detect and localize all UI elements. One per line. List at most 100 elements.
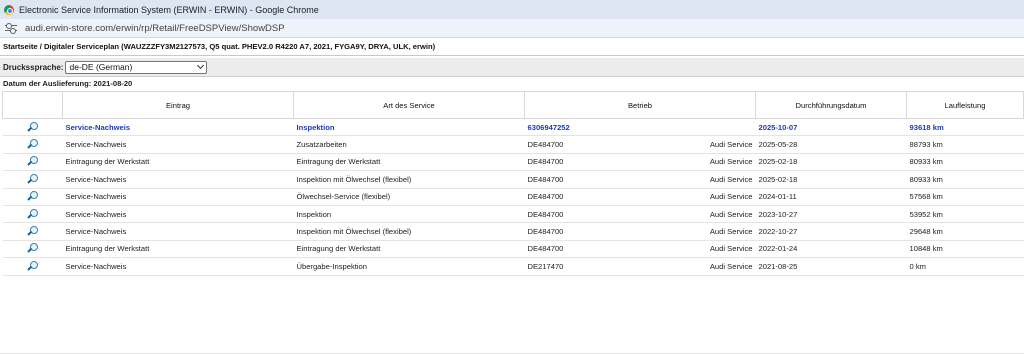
cell-entry: Service-Nachweis <box>62 222 294 241</box>
chrome-icon <box>4 4 14 15</box>
cell-company: DE484700 Audi Service <box>524 205 756 224</box>
cell-mileage: 53952 km <box>906 205 1024 224</box>
company-code: DE484700 <box>527 174 564 184</box>
cell-date: 2024-01-11 <box>755 188 907 206</box>
cell-company: DE484700 Audi Service <box>524 240 756 259</box>
cell-date: 2025-10-07 <box>755 118 907 137</box>
cell-service-type: Inspektion mit Ölwechsel (flexibel) <box>293 222 525 241</box>
cell-date: 2021-08-25 <box>755 257 907 276</box>
magnifier-icon[interactable] <box>27 173 38 185</box>
header-company[interactable]: Betrieb <box>524 91 756 119</box>
cell-mileage: 0 km <box>906 257 1024 276</box>
table-row[interactable]: Eintragung der Werkstatt Eintragung der W… <box>2 153 1024 172</box>
cell-service-type: Inspektion mit Ölwechsel (flexibel) <box>293 170 525 189</box>
company-code: 6306947252 <box>527 122 570 132</box>
company-name: Audi Service <box>709 192 753 202</box>
magnifier-icon[interactable] <box>27 139 38 150</box>
table-row[interactable]: Service-Nachweis Inspektion mit Ölwechsel… <box>2 170 1024 189</box>
table-row[interactable]: Service-Nachweis Übergabe-Inspektion DE217… <box>2 257 1024 276</box>
cell-date: 2025-05-28 <box>755 135 907 154</box>
table-row[interactable]: Service-Nachweis Inspektion mit Ölwechsel… <box>2 222 1024 241</box>
company-code: DE484700 <box>527 192 564 202</box>
table-row[interactable]: Service-Nachweis Zusatzarbeiten DE484700 Au… <box>2 135 1024 154</box>
row-icon-cell[interactable] <box>2 222 63 241</box>
cell-company: DE484700 Audi Service <box>524 153 756 172</box>
cell-mileage: 93618 km <box>906 118 1024 137</box>
window-titlebar: Electronic Service Information System (E… <box>0 0 1024 19</box>
cell-service-type: Eintragung der Werkstatt <box>293 240 525 259</box>
cell-company: DE217470 Audi Service <box>524 257 756 276</box>
header-icon <box>2 91 63 119</box>
cell-company: DE484700 Audi Service <box>524 222 756 241</box>
company-code: DE484700 <box>527 140 564 150</box>
cell-company: 6306947252 <box>524 118 756 137</box>
cell-mileage: 80933 km <box>906 170 1024 189</box>
language-select[interactable]: de-DE (German) <box>65 60 208 74</box>
cell-mileage: 10848 km <box>906 240 1024 259</box>
table-header-row: Eintrag Art des Service Betrieb Durchfüh… <box>2 91 1024 119</box>
magnifier-icon[interactable] <box>27 191 38 202</box>
cell-entry: Eintragung der Werkstatt <box>62 153 294 172</box>
delivery-date: Datum der Auslieferung: 2021-08-20 <box>3 78 133 88</box>
cell-entry: Service-Nachweis <box>62 257 294 276</box>
cell-company: DE484700 Audi Service <box>524 170 756 189</box>
breadcrumb: Startseite / Digitaler Serviceplan (WAUZ… <box>0 38 1024 56</box>
row-icon-cell[interactable] <box>2 205 63 224</box>
cell-service-type: Übergabe-Inspektion <box>293 257 525 276</box>
company-name: Audi Service <box>709 209 753 219</box>
table-row[interactable]: Service-Nachweis Inspektion 6306947252 2025… <box>2 118 1024 137</box>
cell-date: 2025-02-18 <box>755 153 907 172</box>
address-bar[interactable]: audi.erwin-store.com/erwin/rp/Retail/Fre… <box>0 19 1024 38</box>
company-name: Audi Service <box>709 157 753 167</box>
cell-date: 2023-10-27 <box>755 205 907 224</box>
header-entry[interactable]: Eintrag <box>62 91 294 119</box>
magnifier-icon[interactable] <box>27 243 38 254</box>
company-name: Audi Service <box>709 244 753 254</box>
row-icon-cell[interactable] <box>2 257 63 276</box>
company-code: DE484700 <box>527 244 564 254</box>
cell-service-type: Eintragung der Werkstatt <box>293 153 525 172</box>
row-icon-cell[interactable] <box>2 118 63 137</box>
row-icon-cell[interactable] <box>2 135 63 154</box>
magnifier-icon[interactable] <box>27 260 38 272</box>
url-text[interactable]: audi.erwin-store.com/erwin/rp/Retail/Fre… <box>25 23 285 34</box>
cell-entry: Service-Nachweis <box>62 118 294 137</box>
table-row[interactable]: Eintragung der Werkstatt Eintragung der W… <box>2 240 1024 259</box>
chevron-down-icon <box>197 61 205 70</box>
company-code: DE484700 <box>527 157 564 167</box>
language-bar: Druckssprache: de-DE (German) <box>0 58 1024 77</box>
cell-service-type: Zusatzarbeiten <box>293 135 525 154</box>
magnifier-icon[interactable] <box>27 226 38 237</box>
row-icon-cell[interactable] <box>2 188 63 206</box>
cell-entry: Service-Nachweis <box>62 170 294 189</box>
magnifier-icon[interactable] <box>27 208 38 220</box>
cell-entry: Service-Nachweis <box>62 188 294 206</box>
company-name: Audi Service <box>709 140 753 150</box>
cell-service-type: Ölwechsel-Service (flexibel) <box>293 188 525 206</box>
table-row[interactable]: Service-Nachweis Inspektion DE484700 Audi S… <box>2 205 1024 224</box>
header-mileage[interactable]: Laufleistung <box>906 91 1024 119</box>
company-code: DE484700 <box>527 227 564 237</box>
cell-entry: Service-Nachweis <box>62 135 294 154</box>
cell-date: 2025-02-18 <box>755 170 907 189</box>
header-date[interactable]: Durchführungsdatum <box>755 91 907 119</box>
cell-mileage: 57568 km <box>906 188 1024 206</box>
cell-mileage: 29648 km <box>906 222 1024 241</box>
company-code: DE217470 <box>527 261 564 271</box>
row-icon-cell[interactable] <box>2 153 63 172</box>
window-title: Electronic Service Information System (E… <box>19 4 319 15</box>
cell-service-type: Inspektion <box>293 205 525 224</box>
company-name: Audi Service <box>709 227 753 237</box>
table-row[interactable]: Service-Nachweis Ölwechsel-Service (flexi… <box>2 188 1024 206</box>
magnifier-icon[interactable] <box>27 156 38 167</box>
language-selected-value: de-DE (German) <box>69 62 133 72</box>
row-icon-cell[interactable] <box>2 170 63 189</box>
cell-entry: Eintragung der Werkstatt <box>62 240 294 259</box>
row-icon-cell[interactable] <box>2 240 63 259</box>
company-name: Audi Service <box>709 261 753 271</box>
header-service-type[interactable]: Art des Service <box>293 91 525 119</box>
site-settings-icon[interactable] <box>5 23 17 34</box>
service-table: Eintrag Art des Service Betrieb Durchfüh… <box>2 91 1024 276</box>
magnifier-icon[interactable] <box>27 121 38 133</box>
cell-date: 2022-01-24 <box>755 240 907 259</box>
